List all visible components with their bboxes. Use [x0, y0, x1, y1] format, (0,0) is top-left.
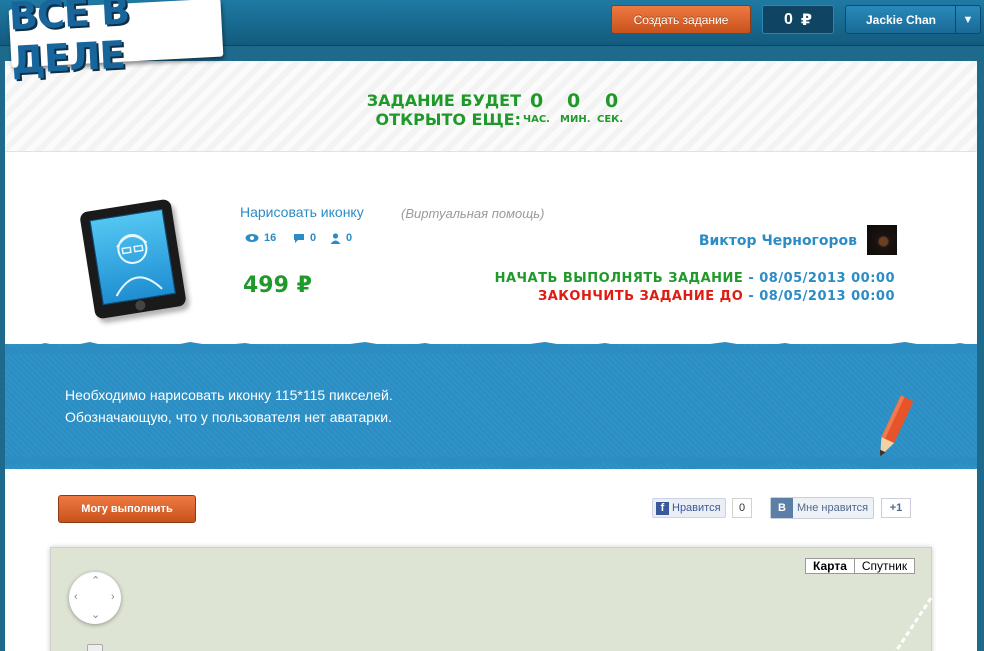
start-date: - 08/05/2013 00:00	[748, 271, 895, 286]
chevron-down-icon[interactable]: ▼	[955, 6, 980, 33]
tablet-icon	[79, 198, 187, 320]
ruble-icon: ₽	[296, 273, 312, 298]
task-title-link[interactable]: Нарисовать иконку	[240, 204, 364, 220]
author-avatar[interactable]	[867, 225, 897, 255]
vk-icon: В	[771, 498, 793, 518]
avatar-sketch-icon	[115, 233, 163, 297]
views-stat: 16	[245, 232, 276, 244]
end-date: - 08/05/2013 00:00	[748, 289, 895, 304]
timer-minutes: 0	[567, 90, 581, 112]
pencil-icon	[879, 395, 914, 457]
description-line-1: Необходимо нарисовать иконку 115*115 пик…	[65, 387, 393, 403]
timer-hours: 0	[530, 90, 544, 112]
users-stat: 0	[330, 232, 352, 244]
views-count: 16	[264, 232, 277, 244]
task-price: 499 ₽	[243, 273, 312, 298]
timer-minutes-unit: МИН.	[560, 114, 591, 125]
timer-label-line2: ОТКРЫТО ЕЩЕ:	[375, 110, 521, 129]
logo-text: ВСЕ В ДЕЛЕ	[7, 0, 130, 83]
torn-edge-bottom	[5, 457, 977, 469]
tablet-home-button	[134, 299, 147, 312]
user-icon	[330, 232, 341, 244]
facebook-icon: f	[656, 501, 669, 515]
start-label: НАЧАТЬ ВЫПОЛНЯТЬ ЗАДАНИЕ	[494, 271, 744, 286]
author-name-link[interactable]: Виктор Черногоров	[605, 233, 857, 249]
eye-icon	[245, 234, 259, 242]
timer-seconds-unit: СЕК.	[597, 114, 624, 125]
timer-hours-unit: ЧАС.	[523, 114, 550, 125]
timer-label: ЗАДАНИЕ БУДЕТ ОТКРЫТО ЕЩЕ:	[343, 91, 521, 129]
fb-like-label: Нравится	[672, 502, 721, 514]
map-type-map[interactable]: Карта	[806, 559, 855, 573]
start-schedule: НАЧАТЬ ВЫПОЛНЯТЬ ЗАДАНИЕ - 08/05/2013 00…	[395, 271, 895, 286]
map-type-satellite[interactable]: Спутник	[855, 559, 914, 573]
comments-stat: 0	[293, 232, 316, 244]
description-line-2: Обозначающую, что у пользователя нет ава…	[65, 409, 392, 425]
comment-icon	[294, 234, 304, 243]
pan-down-icon[interactable]: ⌄	[91, 608, 100, 621]
vk-like-label: Мне нравится	[797, 502, 869, 514]
map-widget[interactable]: Карта Спутник ⌃ ⌄ ‹ ›	[50, 547, 933, 651]
users-count: 0	[346, 232, 353, 244]
site-logo[interactable]: ВСЕ В ДЕЛЕ	[8, 0, 224, 82]
task-category: (Виртуальная помощь)	[401, 206, 545, 221]
torn-edge-top	[5, 342, 977, 354]
user-menu[interactable]: Jackie Chan ▼	[845, 5, 981, 34]
pan-up-icon[interactable]: ⌃	[91, 574, 100, 587]
map-pan-control[interactable]: ⌃ ⌄ ‹ ›	[69, 572, 121, 624]
can-do-button[interactable]: Могу выполнить	[58, 495, 196, 523]
end-label: ЗАКОНЧИТЬ ЗАДАНИЕ ДО	[538, 289, 744, 304]
comments-count: 0	[310, 232, 317, 244]
map-zoom-control[interactable]	[87, 644, 103, 651]
map-type-switcher: Карта Спутник	[805, 558, 916, 574]
vk-like-button[interactable]: В Мне нравится	[770, 497, 874, 519]
end-schedule: ЗАКОНЧИТЬ ЗАДАНИЕ ДО - 08/05/2013 00:00	[395, 289, 895, 304]
balance-value: 0	[783, 10, 793, 28]
fb-like-count: 0	[732, 498, 752, 518]
facebook-like-button[interactable]: f Нравится	[652, 498, 726, 518]
task-panel: ЗАДАНИЕ БУДЕТ ОТКРЫТО ЕЩЕ: 0 0 0 ЧАС. МИ…	[5, 61, 977, 651]
timer-seconds: 0	[605, 90, 619, 112]
description-band	[5, 344, 977, 469]
pan-left-icon[interactable]: ‹	[74, 591, 78, 603]
timer-label-line1: ЗАДАНИЕ БУДЕТ	[366, 91, 521, 110]
gplus-button[interactable]: +1	[881, 498, 911, 518]
tablet-screen	[89, 208, 176, 306]
price-value: 499	[243, 273, 289, 298]
create-task-button[interactable]: Создать задание	[611, 5, 751, 34]
user-name[interactable]: Jackie Chan	[846, 6, 956, 33]
map-road-line	[894, 597, 933, 651]
pan-right-icon[interactable]: ›	[111, 591, 115, 603]
balance-button[interactable]: 0 ₽	[762, 5, 834, 34]
ruble-icon: ₽	[800, 11, 813, 29]
